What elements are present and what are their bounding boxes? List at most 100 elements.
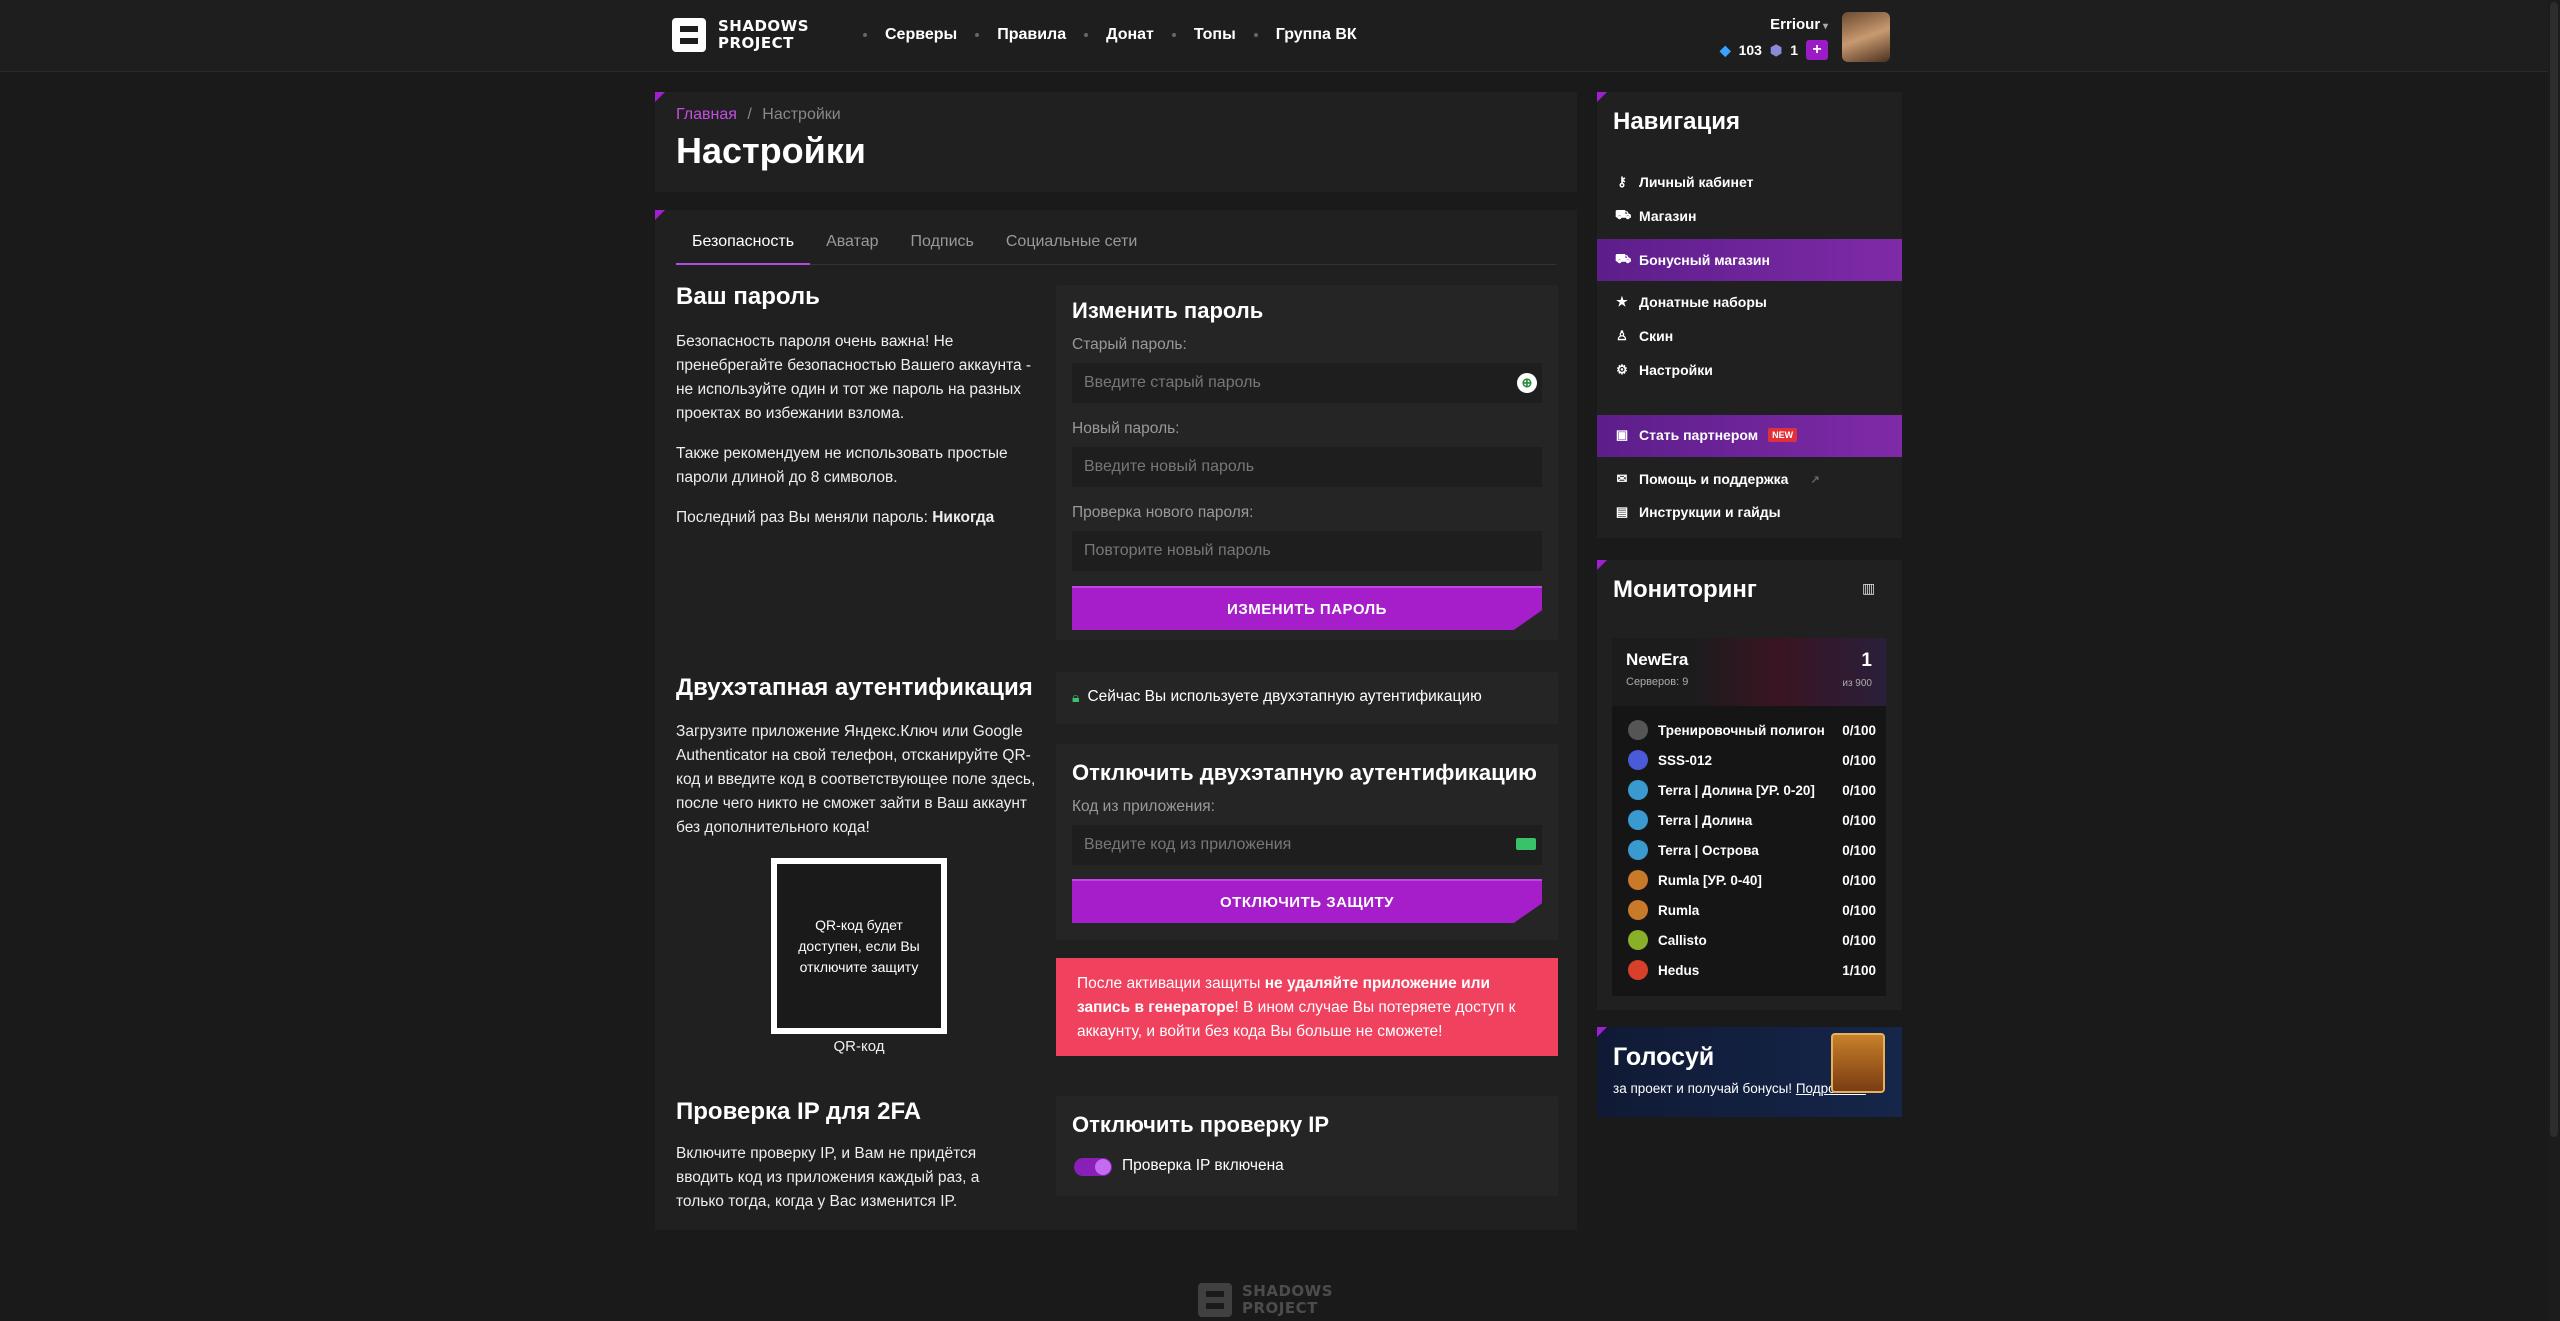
server-name: Hedus bbox=[1658, 962, 1700, 978]
qr-code-placeholder: QR-код будет доступен, если Вы отключите… bbox=[771, 858, 947, 1034]
nav-servers[interactable]: Серверы bbox=[885, 26, 957, 44]
server-name: Rumla bbox=[1658, 902, 1700, 918]
breadcrumb-current: Настройки bbox=[762, 106, 841, 123]
code-input[interactable]: Введите код из приложения bbox=[1072, 825, 1542, 865]
user-menu[interactable]: Erriour ◆ 103 ⬢ 1 + bbox=[1700, 12, 1890, 62]
nav-rules[interactable]: Правила bbox=[997, 26, 1066, 44]
sidebar-item-shop[interactable]: ⛟ Магазин bbox=[1615, 207, 1696, 225]
server-online: 0/100 bbox=[1842, 782, 1876, 798]
scrollbar-thumb[interactable] bbox=[2550, 2, 2558, 1137]
old-password-input[interactable]: Введите старый пароль bbox=[1072, 363, 1542, 403]
logo-line2: PROJECT bbox=[718, 34, 794, 52]
site-logo[interactable]: SHADOWS PROJECT bbox=[672, 18, 809, 52]
main-nav: Серверы Правила Донат Топы Группа ВК bbox=[845, 26, 1357, 44]
new-badge: NEW bbox=[1768, 428, 1798, 442]
lock-icon: 🔒︎ bbox=[1072, 688, 1080, 705]
project-name: NewEra bbox=[1626, 650, 1689, 669]
keyboard-icon bbox=[1516, 838, 1536, 850]
avatar[interactable] bbox=[1842, 12, 1890, 62]
max-online: из 900 bbox=[1842, 678, 1872, 689]
server-row[interactable]: Terra | Долина 0/100 bbox=[1628, 810, 1876, 830]
page-title: Настройки bbox=[676, 130, 866, 171]
server-row[interactable]: Hedus 1/100 bbox=[1628, 960, 1876, 980]
twitch-icon: ▣ bbox=[1615, 427, 1629, 442]
sidebar-item-guides[interactable]: ▤ Инструкции и гайды bbox=[1615, 504, 1781, 520]
code-label: Код из приложения: bbox=[1072, 798, 1215, 815]
ipcheck-form bbox=[1056, 1096, 1558, 1196]
nav-tops[interactable]: Топы bbox=[1194, 26, 1236, 44]
monitoring-title: Мониторинг bbox=[1613, 576, 1757, 603]
tab-security[interactable]: Безопасность bbox=[676, 225, 811, 265]
book-icon: ▤ bbox=[1615, 504, 1629, 519]
external-link-icon: ↗ bbox=[1810, 473, 1820, 486]
server-name: Terra | Долина [УР. 0-20] bbox=[1658, 782, 1815, 798]
sidebar-item-skin[interactable]: ♙ Скин bbox=[1615, 328, 1673, 344]
logo-line1: SHADOWS bbox=[718, 17, 810, 35]
server-icon bbox=[1628, 780, 1648, 800]
balances: ◆ 103 ⬢ 1 + bbox=[1720, 40, 1828, 60]
server-name: Terra | Долина bbox=[1658, 812, 1753, 828]
server-row[interactable]: Тренировочный полигон 0/100 bbox=[1628, 720, 1876, 740]
nav-vk-group[interactable]: Группа ВК bbox=[1276, 26, 1357, 44]
password-recommendation: Также рекомендуем не использовать просты… bbox=[676, 445, 1008, 486]
server-name: Callisto bbox=[1658, 932, 1707, 948]
gem-balance: 103 bbox=[1738, 42, 1762, 58]
tab-social[interactable]: Социальные сети bbox=[990, 225, 1153, 265]
username[interactable]: Erriour bbox=[1770, 16, 1828, 33]
ipcheck-toggle[interactable] bbox=[1074, 1158, 1112, 1176]
top-navbar: SHADOWS PROJECT Серверы Правила Донат То… bbox=[0, 0, 2560, 72]
person-icon: ♙ bbox=[1616, 328, 1628, 343]
server-row[interactable]: SSS-012 0/100 bbox=[1628, 750, 1876, 770]
server-icon bbox=[1628, 960, 1648, 980]
server-online: 0/100 bbox=[1842, 722, 1876, 738]
server-row[interactable]: Rumla 0/100 bbox=[1628, 900, 1876, 920]
server-row[interactable]: Terra | Острова 0/100 bbox=[1628, 840, 1876, 860]
sidebar-item-partner[interactable]: ▣ Стать партнером NEW bbox=[1615, 427, 1798, 443]
server-online: 0/100 bbox=[1842, 752, 1876, 768]
server-name: Тренировочный полигон bbox=[1658, 722, 1825, 738]
key-icon: ⚷ bbox=[1617, 174, 1627, 189]
nav-separator bbox=[1171, 33, 1176, 37]
confirm-password-label: Проверка нового пароля: bbox=[1072, 504, 1254, 521]
chart-icon[interactable]: ▥ bbox=[1862, 580, 1875, 597]
sidebar-item-settings[interactable]: ⚙ Настройки bbox=[1615, 362, 1713, 378]
corner-accent bbox=[655, 210, 665, 220]
tab-avatar[interactable]: Аватар bbox=[810, 225, 894, 265]
password-manager-icon[interactable]: ⊕ bbox=[1517, 373, 1537, 393]
server-row[interactable]: Terra | Долина [УР. 0-20] 0/100 bbox=[1628, 780, 1876, 800]
disable-protection-button[interactable]: ОТКЛЮЧИТЬ ЗАЩИТУ bbox=[1072, 879, 1542, 923]
corner-accent bbox=[655, 92, 665, 102]
topup-button[interactable]: + bbox=[1806, 40, 1828, 60]
last-changed-value: Никогда bbox=[932, 509, 995, 526]
server-row[interactable]: Rumla [УР. 0-40] 0/100 bbox=[1628, 870, 1876, 890]
sidebar-item-bonus-shop[interactable]: ⛟ Бонусный магазин bbox=[1615, 251, 1770, 269]
monitoring-header[interactable]: NewEra Серверов: 9 1 из 900 bbox=[1612, 638, 1886, 706]
ipcheck-disable-title: Отключить проверку IP bbox=[1072, 1112, 1330, 1137]
online-count: 1 bbox=[1861, 650, 1872, 671]
server-icon bbox=[1628, 810, 1648, 830]
server-icon bbox=[1628, 750, 1648, 770]
ipcheck-description: Включите проверку IP, и Вам не придётся … bbox=[676, 1145, 980, 1210]
server-icon bbox=[1628, 900, 1648, 920]
confirm-password-input[interactable]: Повторите новый пароль bbox=[1072, 531, 1542, 571]
corner-accent bbox=[1597, 92, 1607, 102]
change-password-button[interactable]: ИЗМЕНИТЬ ПАРОЛЬ bbox=[1072, 586, 1542, 630]
sidebar-item-help[interactable]: ✉ Помощь и поддержка ↗ bbox=[1615, 471, 1820, 487]
new-password-input[interactable]: Введите новый пароль bbox=[1072, 447, 1542, 487]
password-description: Безопасность пароля очень важна! Не прен… bbox=[676, 333, 1032, 422]
sidebar-item-donate-sets[interactable]: ★ Донатные наборы bbox=[1615, 294, 1767, 310]
page-scrollbar[interactable] bbox=[2548, 0, 2560, 1321]
nav-donate[interactable]: Донат bbox=[1106, 26, 1154, 44]
star-icon: ★ bbox=[1616, 294, 1628, 309]
crystal-balance: 1 bbox=[1790, 42, 1798, 58]
gem-icon: ◆ bbox=[1719, 41, 1731, 58]
corner-accent bbox=[1597, 560, 1607, 570]
server-row[interactable]: Callisto 0/100 bbox=[1628, 930, 1876, 950]
breadcrumb-home[interactable]: Главная bbox=[676, 106, 737, 123]
logo-icon bbox=[1198, 1283, 1232, 1317]
password-last-changed: Последний раз Вы меняли пароль: Никогда bbox=[676, 509, 995, 526]
tab-signature[interactable]: Подпись bbox=[895, 225, 990, 265]
vote-banner[interactable]: Голосуй за проект и получай бонусы! Подр… bbox=[1597, 1027, 1902, 1117]
sidebar-item-cabinet[interactable]: ⚷ Личный кабинет bbox=[1615, 174, 1753, 190]
server-online: 0/100 bbox=[1842, 842, 1876, 858]
